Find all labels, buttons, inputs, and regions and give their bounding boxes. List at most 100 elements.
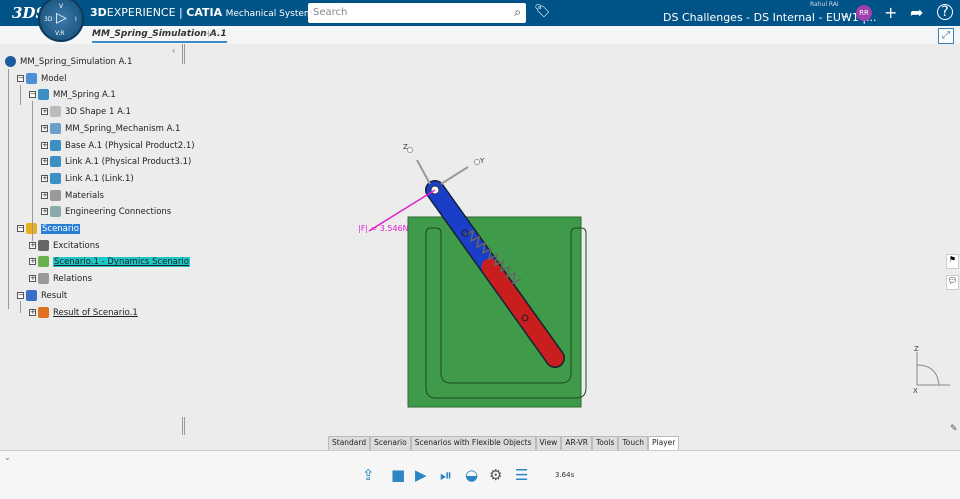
tree-node[interactable]: + Result of Scenario.1 xyxy=(29,306,138,320)
tab-scenarios-with-flexible-objects[interactable]: Scenarios with Flexible Objects xyxy=(410,436,536,450)
expand-toggle-icon[interactable]: + xyxy=(29,308,36,316)
tree-node[interactable]: + MM_Spring_Mechanism A.1 xyxy=(41,122,180,136)
svg-text:Z: Z xyxy=(914,345,919,353)
expand-bar-icon[interactable]: ⌄ xyxy=(4,453,11,462)
tab-ar-vr[interactable]: AR-VR xyxy=(561,436,592,450)
speed-gauge-icon[interactable]: ◒ xyxy=(465,466,478,484)
tree-node-label[interactable]: Materials xyxy=(65,191,104,201)
tree-connector xyxy=(20,85,21,105)
play-icon[interactable]: ▷ xyxy=(56,10,67,26)
step-forward-icon[interactable]: ⏯ xyxy=(440,466,452,484)
relations-icon xyxy=(38,273,49,285)
tree-node[interactable]: +3D Shape 1 A.1 xyxy=(41,105,131,119)
tab-tools[interactable]: Tools xyxy=(591,436,619,450)
expand-toggle-icon[interactable]: + xyxy=(41,124,48,132)
edit-pen-icon[interactable]: ✎ xyxy=(950,424,958,434)
chevron-down-icon[interactable]: ⌄ xyxy=(841,10,849,21)
tree-node-label[interactable]: Relations xyxy=(53,274,92,284)
tab-touch[interactable]: Touch xyxy=(618,436,648,450)
search-icon[interactable]: ⌕ xyxy=(514,5,521,20)
tab-view[interactable]: View xyxy=(535,436,562,450)
expand-toggle-icon[interactable]: − xyxy=(17,74,24,82)
tree-node[interactable]: + Link A.1 (Physical Product3.1) xyxy=(41,155,191,169)
tab-scenario[interactable]: Scenario xyxy=(370,436,411,450)
expand-toggle-icon[interactable]: − xyxy=(17,291,24,299)
3d-viewport[interactable]: |F| = 3.546N Z Y xyxy=(340,140,600,420)
search-input[interactable]: Search ⌕ xyxy=(308,3,526,23)
tree-resize-handle[interactable] xyxy=(182,44,185,64)
expand-toggle-icon[interactable]: + xyxy=(41,174,48,182)
tree-node[interactable]: + Engineering Connections xyxy=(41,205,171,219)
base-part[interactable] xyxy=(407,216,582,408)
tree-node[interactable]: − Result xyxy=(17,289,67,303)
share-icon[interactable]: ➦ xyxy=(910,3,923,22)
materials-icon xyxy=(50,189,61,201)
axis-z-handle[interactable] xyxy=(407,147,413,153)
orientation-triad[interactable]: Z X xyxy=(905,340,955,400)
product-icon xyxy=(50,139,61,151)
expand-toggle-icon[interactable]: + xyxy=(41,208,48,216)
expand-toggle-icon[interactable]: + xyxy=(41,191,48,199)
user-name: Rahul RAI xyxy=(810,1,839,8)
tree-connector xyxy=(8,235,9,305)
tree-node-label[interactable]: MM_Spring_Mechanism A.1 xyxy=(65,124,180,134)
tree-node-label[interactable]: Scenario.1 - Dynamics Scenario xyxy=(53,257,190,268)
tree-node[interactable]: + Link A.1 (Link.1) xyxy=(41,172,134,186)
tree-node-label[interactable]: Excitations xyxy=(53,241,100,251)
avatar[interactable]: RR xyxy=(856,5,872,21)
chat-icon[interactable]: 💬︎ xyxy=(946,275,959,290)
help-icon[interactable]: ? xyxy=(937,4,953,20)
mechanism-icon xyxy=(50,122,61,134)
player-time: 3.64s xyxy=(555,471,575,479)
add-icon[interactable]: + xyxy=(884,3,897,22)
tab-standard[interactable]: Standard xyxy=(328,436,371,450)
collapse-tree-icon[interactable]: ‹ xyxy=(172,46,175,55)
svg-text:Y: Y xyxy=(479,157,485,165)
tree-node-label[interactable]: Engineering Connections xyxy=(65,207,171,217)
tag-icon[interactable]: 🏷︎ xyxy=(534,4,551,19)
tree-node-label[interactable]: 3D Shape 1 A.1 xyxy=(65,107,131,117)
tree-node-label[interactable]: MM_Spring_Simulation A.1 xyxy=(20,57,132,67)
tree-node-label[interactable]: MM_Spring A.1 xyxy=(53,90,116,100)
expand-toggle-icon[interactable]: + xyxy=(41,158,48,166)
list-icon[interactable]: ☰ xyxy=(515,466,528,484)
tree-node[interactable]: − Scenario xyxy=(17,222,80,236)
tree-node-label[interactable]: Result xyxy=(41,291,67,301)
expand-toggle-icon[interactable]: + xyxy=(29,275,36,283)
shape-icon xyxy=(50,106,61,118)
axis-y-handle[interactable] xyxy=(474,159,480,165)
tree-node[interactable]: + Relations xyxy=(29,272,92,286)
tree-node[interactable]: − Model xyxy=(17,72,67,86)
expand-toggle-icon[interactable]: − xyxy=(17,225,24,232)
tree-resize-handle-bottom[interactable] xyxy=(182,417,185,435)
stop-icon[interactable]: ■ xyxy=(391,466,405,484)
expand-toggle-icon[interactable]: − xyxy=(29,91,36,99)
tree-node[interactable]: + Base A.1 (Physical Product2.1) xyxy=(41,139,195,153)
tree-node-label[interactable]: Link A.1 (Link.1) xyxy=(65,174,134,184)
feedback-icon[interactable]: ⚑ xyxy=(946,254,959,269)
tree-node-label[interactable]: Base A.1 (Physical Product2.1) xyxy=(65,141,195,151)
tree-node-label[interactable]: Model xyxy=(41,74,67,84)
settings-gear-icon[interactable]: ⚙ xyxy=(489,466,502,484)
play-icon[interactable]: ▶ xyxy=(415,466,427,484)
expand-toggle-icon[interactable]: + xyxy=(29,241,36,249)
tree-node-label[interactable]: Link A.1 (Physical Product3.1) xyxy=(65,157,191,167)
svg-text:Z: Z xyxy=(403,143,408,151)
expand-toggle-icon[interactable]: + xyxy=(29,258,36,266)
tree-node-label[interactable]: Result of Scenario.1 xyxy=(53,308,138,318)
expand-toggle-icon[interactable]: + xyxy=(41,108,48,116)
excitations-icon xyxy=(38,239,49,251)
tree-node-label[interactable]: Scenario xyxy=(41,224,80,234)
tree-node[interactable]: MM_Spring_Simulation A.1 xyxy=(5,55,132,69)
tree-node[interactable]: + Materials xyxy=(41,189,104,203)
tree-node[interactable]: + Scenario.1 - Dynamics Scenario xyxy=(29,255,190,269)
tree-node[interactable]: − MM_Spring A.1 xyxy=(29,88,116,102)
export-icon[interactable]: ⇪ xyxy=(362,466,375,484)
model-icon xyxy=(26,72,37,84)
fullscreen-toggle-icon[interactable]: ⤢ xyxy=(938,28,954,44)
new-tab-button[interactable]: + xyxy=(204,27,213,40)
tab-player[interactable]: Player xyxy=(648,436,680,450)
action-bar: ⌄ xyxy=(0,450,960,499)
tree-node[interactable]: + Excitations xyxy=(29,239,100,253)
expand-toggle-icon[interactable]: + xyxy=(41,141,48,149)
